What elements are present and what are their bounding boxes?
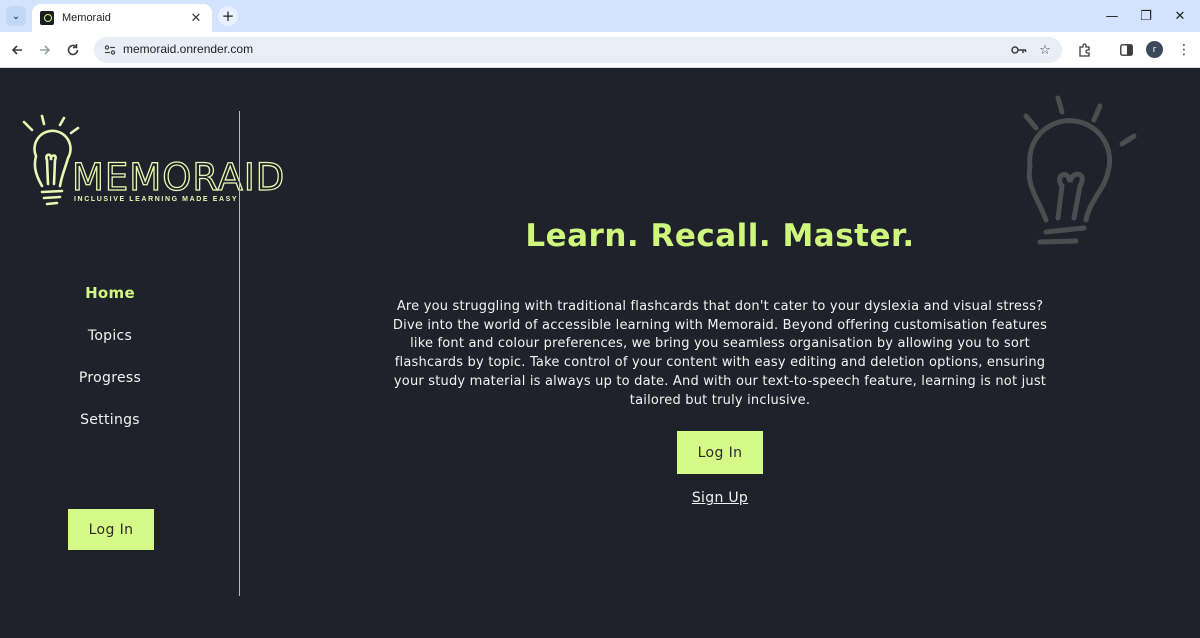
page-content: MEMORAID INCLUSIVE LEARNING MADE EASY Ho… (0, 68, 1200, 638)
browser-toolbar: memoraid.onrender.com ☆ ⋮ (0, 32, 1200, 68)
new-tab-button[interactable]: + (218, 6, 238, 26)
logo-wordmark: MEMORAID (71, 155, 286, 199)
restore-button[interactable]: ❐ (1136, 6, 1156, 26)
logo-tagline: INCLUSIVE LEARNING MADE EASY (74, 196, 239, 203)
sidebar-divider (239, 111, 240, 596)
lightbulb-icon (1023, 95, 1137, 245)
forward-arrow-icon[interactable] (35, 40, 55, 60)
back-arrow-icon[interactable] (7, 40, 27, 60)
nav-item-progress[interactable]: Progress (50, 370, 170, 386)
sidebar-login-button[interactable]: Log In (68, 509, 154, 550)
address-bar[interactable]: memoraid.onrender.com ☆ (94, 37, 1062, 63)
login-button[interactable]: Log In (677, 431, 763, 474)
key-icon[interactable] (1010, 41, 1028, 59)
browser-tab[interactable]: Memoraid ✕ (32, 4, 212, 32)
browser-tab-bar: ⌄ Memoraid ✕ + — ❐ ✕ (0, 0, 1200, 32)
close-window-button[interactable]: ✕ (1170, 6, 1190, 26)
intro-paragraph: Are you struggling with traditional flas… (392, 299, 1048, 408)
nav-item-settings[interactable]: Settings (50, 412, 170, 428)
tab-title: Memoraid (62, 12, 111, 24)
page-headline: Learn. Recall. Master. (525, 218, 915, 254)
close-tab-icon[interactable]: ✕ (188, 11, 204, 26)
favicon-icon (40, 11, 54, 25)
memoraid-logo[interactable]: MEMORAID INCLUSIVE LEARNING MADE EASY (20, 114, 285, 210)
star-icon[interactable]: ☆ (1036, 41, 1054, 59)
minimize-button[interactable]: — (1102, 6, 1122, 26)
nav-item-home[interactable]: Home (50, 284, 170, 302)
nav-item-topics[interactable]: Topics (50, 328, 170, 344)
url-text[interactable]: memoraid.onrender.com (123, 42, 253, 56)
kebab-menu-icon[interactable]: ⋮ (1174, 40, 1194, 60)
side-panel-icon[interactable] (1116, 40, 1136, 60)
site-info-icon[interactable] (102, 42, 118, 58)
extensions-icon[interactable] (1075, 40, 1095, 60)
profile-avatar[interactable]: r (1146, 41, 1163, 58)
reload-icon[interactable] (63, 40, 83, 60)
signup-link[interactable]: Sign Up (660, 490, 780, 506)
tab-search-icon[interactable]: ⌄ (6, 6, 26, 26)
